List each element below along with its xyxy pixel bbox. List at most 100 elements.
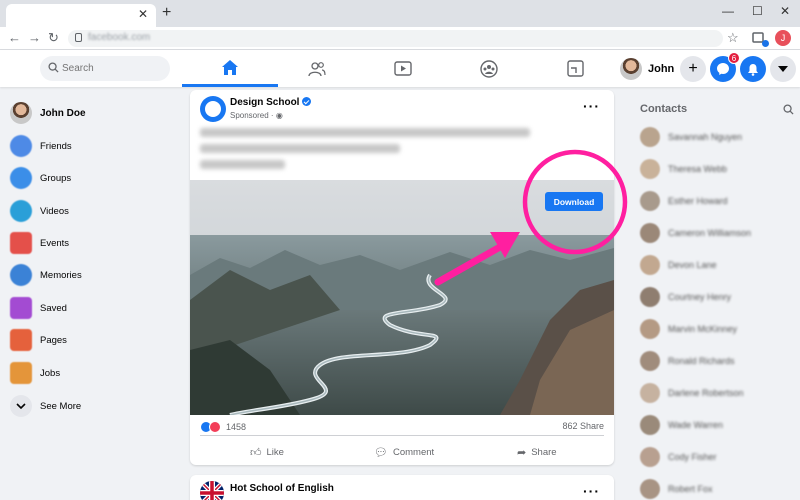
close-tab-icon[interactable]: ✕ <box>138 7 148 21</box>
contact-name: Cameron Williamson <box>668 228 752 238</box>
search-icon[interactable] <box>783 104 794 115</box>
memories-icon <box>10 264 32 286</box>
thumbs-up-icon: 👍︎ <box>250 446 262 459</box>
back-icon[interactable]: ← <box>8 30 21 45</box>
profile-chip[interactable]: John <box>620 56 674 81</box>
sidebar-item-groups[interactable]: Groups <box>10 165 71 191</box>
contact-item[interactable]: Courtney Henry <box>640 286 731 308</box>
contact-name: Marvin McKinney <box>668 324 738 334</box>
groups-icon <box>10 167 32 189</box>
tab-groups[interactable] <box>441 50 537 87</box>
contact-item[interactable]: Theresa Webb <box>640 158 727 180</box>
avatar <box>640 415 660 435</box>
contact-item[interactable]: Wade Warren <box>640 414 723 436</box>
sidebar-item-label: Jobs <box>40 367 61 379</box>
comment-button[interactable]: 💬︎ Comment <box>374 443 434 461</box>
friends-icon <box>10 135 32 157</box>
close-window-icon[interactable]: ✕ <box>780 4 790 18</box>
post-options-button[interactable]: ··· <box>583 98 600 114</box>
sidebar-item-profile[interactable]: John Doe <box>10 100 86 126</box>
search-box[interactable] <box>40 56 170 81</box>
tab-gaming[interactable] <box>527 50 623 87</box>
bell-icon <box>748 63 758 76</box>
sidebar-item-events[interactable]: Events <box>10 230 69 256</box>
share-button[interactable]: ➦ Share <box>517 443 557 461</box>
contact-name: Cody Fisher <box>668 452 717 462</box>
share-count[interactable]: 862 Share <box>562 421 604 431</box>
avatar <box>640 191 660 211</box>
contact-item[interactable]: Cameron Williamson <box>640 222 751 244</box>
contact-item[interactable]: Darlene Robertson <box>640 382 744 404</box>
sidebar-item-see-more[interactable]: See More <box>10 393 81 419</box>
avatar <box>640 383 660 403</box>
minimize-icon[interactable]: — <box>722 4 734 18</box>
divider <box>200 435 604 436</box>
avatar <box>10 102 32 124</box>
sidebar-item-friends[interactable]: Friends <box>10 133 72 159</box>
reaction-summary[interactable]: 1458 <box>200 421 246 433</box>
account-menu-button[interactable] <box>770 56 796 82</box>
extension-icon[interactable] <box>752 31 769 47</box>
browser-tab[interactable]: ✕ <box>6 4 156 27</box>
post-author[interactable]: Hot School of English <box>230 483 334 494</box>
post-options-button[interactable]: ··· <box>583 483 600 499</box>
share-label: Share <box>531 446 557 458</box>
browser-profile-avatar[interactable]: J <box>775 30 791 46</box>
sidebar-item-jobs[interactable]: Jobs <box>10 360 60 386</box>
contacts-heading: Contacts <box>640 103 688 115</box>
contact-item[interactable]: Marvin McKinney <box>640 318 737 340</box>
page-logo[interactable] <box>200 96 226 122</box>
videos-icon <box>10 200 32 222</box>
create-button[interactable]: + <box>680 56 706 82</box>
notifications-button[interactable] <box>740 56 766 82</box>
bookmark-icon <box>10 297 32 319</box>
tab-home[interactable] <box>182 50 278 87</box>
calendar-icon <box>10 232 32 254</box>
sidebar-item-label: See More <box>40 400 82 412</box>
caret-down-icon <box>778 66 788 72</box>
like-button[interactable]: 👍︎ Like <box>250 443 284 461</box>
contact-item[interactable]: Esther Howard <box>640 190 728 212</box>
avatar <box>620 57 642 80</box>
browser-tab-strip: ✕ + — ☐ ✕ <box>0 0 800 27</box>
sidebar-item-label: Events <box>40 237 70 249</box>
contact-name: Darlene Robertson <box>668 388 744 398</box>
contact-item[interactable]: Robert Fox <box>640 478 713 500</box>
post-text-line <box>200 128 530 137</box>
contact-item[interactable]: Ronald Richards <box>640 350 735 372</box>
post-author-name: Design School <box>230 97 300 108</box>
contact-item[interactable]: Cody Fisher <box>640 446 717 468</box>
love-reaction-icon <box>209 421 221 433</box>
like-label: Like <box>266 446 284 458</box>
contact-item[interactable]: Savannah Nguyen <box>640 126 742 148</box>
post-author[interactable]: Design School <box>230 97 312 108</box>
post-text-line <box>200 160 285 169</box>
address-bar[interactable]: facebook.com <box>68 30 723 47</box>
tab-friends[interactable] <box>269 50 365 87</box>
post-image[interactable]: Download <box>190 180 614 415</box>
search-input[interactable] <box>62 60 162 77</box>
chevron-down-icon <box>10 395 32 417</box>
feed-post: Hot School of English ··· <box>190 475 614 500</box>
reload-icon[interactable]: ↻ <box>48 30 59 46</box>
maximize-icon[interactable]: ☐ <box>752 4 763 18</box>
share-icon: ➦ <box>517 446 527 459</box>
new-tab-button[interactable]: + <box>162 4 171 22</box>
sidebar-item-label: Pages <box>40 334 67 346</box>
bookmark-star-icon[interactable]: ☆ <box>727 30 739 46</box>
forward-icon[interactable]: → <box>28 30 41 45</box>
sponsored-text: Sponsored · <box>230 111 276 120</box>
uk-flag-icon[interactable] <box>200 481 224 500</box>
watch-icon <box>394 61 412 76</box>
sidebar-item-label: Friends <box>40 140 72 152</box>
tab-watch[interactable] <box>355 50 451 87</box>
sidebar-item-videos[interactable]: Videos <box>10 198 69 224</box>
sidebar-item-saved[interactable]: Saved <box>10 295 67 321</box>
download-button[interactable]: Download <box>545 192 603 211</box>
contact-item[interactable]: Devon Lane <box>640 254 717 276</box>
sidebar-item-memories[interactable]: Memories <box>10 262 82 288</box>
messenger-button[interactable]: 6 <box>710 52 740 82</box>
sponsored-label: Sponsored · ◉ <box>230 111 283 120</box>
contact-name: Esther Howard <box>668 196 728 206</box>
sidebar-item-pages[interactable]: Pages <box>10 327 67 353</box>
